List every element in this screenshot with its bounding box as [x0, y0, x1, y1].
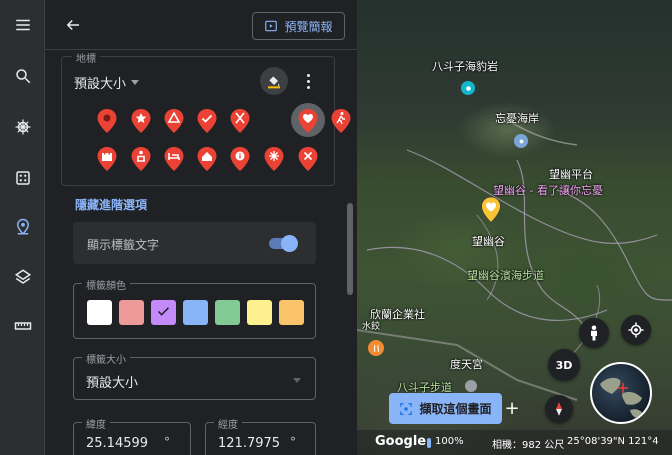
poi-dutian-temple[interactable]: 度天宮	[450, 356, 483, 372]
latitude-legend: 緯度	[82, 416, 110, 431]
toggle-3d-label: 3D	[555, 358, 573, 372]
capture-add-button[interactable]: +	[502, 393, 522, 424]
icon-option-close[interactable]	[297, 146, 319, 172]
more-vert-icon	[306, 73, 310, 77]
label-color-green[interactable]	[215, 300, 240, 325]
feature-editor-panel: 預覽簡報 地標 預設大小 隱藏進階選項 顯示標籤文字 標籤顏色 標籤大小 預設大…	[45, 0, 357, 455]
plus-icon: +	[504, 398, 520, 419]
icon-color-button[interactable]	[260, 67, 288, 95]
poi-pin-icon[interactable]	[514, 134, 528, 148]
street-view-button[interactable]	[579, 318, 609, 348]
icon-size-select[interactable]: 預設大小	[74, 73, 140, 92]
left-rail	[0, 0, 45, 455]
placemark-heart-icon[interactable]	[480, 196, 502, 224]
toggle-3d-button[interactable]: 3D	[548, 349, 580, 381]
search-icon[interactable]	[8, 61, 37, 90]
label-size-value: 預設大小	[86, 376, 139, 391]
compass-icon	[556, 402, 562, 416]
map-footer: Google 100% 相機：982 公尺 25°08'39"N 121°4	[357, 430, 672, 455]
aquarium-icon[interactable]	[461, 81, 475, 95]
check-icon	[157, 307, 170, 316]
poi-wangyou-platform[interactable]: 望幽平台	[549, 166, 593, 182]
compass-button[interactable]	[545, 395, 573, 423]
capture-frame-icon	[400, 402, 413, 415]
arrow-left-icon	[66, 19, 79, 31]
poi-wangyou-placemark-label[interactable]: 望幽谷 - 看了讓你忘憂	[493, 182, 603, 198]
show-label-toggle-knob[interactable]	[281, 235, 298, 252]
back-button[interactable]	[61, 13, 85, 37]
icon-option-info[interactable]	[229, 146, 251, 172]
crosshair-icon	[628, 322, 644, 338]
zoom-level: 100%	[435, 436, 464, 447]
label-size-legend: 標籤大小	[82, 351, 130, 366]
poi-company-sub[interactable]: 水餃	[362, 319, 380, 332]
icon-section: 地標 預設大小	[61, 50, 351, 186]
label-color-orange[interactable]	[279, 300, 304, 325]
hide-advanced-options-link[interactable]: 隱藏進階選項	[75, 196, 147, 213]
poi-badouzi-harbor[interactable]: 八斗子海豹岩	[432, 58, 498, 74]
icon-option-castle[interactable]	[96, 146, 118, 172]
icon-option-sparkle[interactable]	[263, 146, 285, 172]
icon-size-value: 預設大小	[74, 77, 127, 92]
icon-option-restaurant[interactable]	[229, 108, 251, 134]
pegman-icon	[591, 325, 597, 341]
label-color-legend: 標籤顏色	[82, 277, 130, 292]
latitude-field[interactable]: 緯度 25.14599 °	[73, 416, 191, 455]
longitude-legend: 經度	[214, 416, 242, 431]
icon-option-check[interactable]	[196, 108, 218, 134]
longitude-value: 121.7975	[218, 436, 280, 451]
layers-icon[interactable]	[8, 262, 37, 291]
label-size-select[interactable]: 標籤大小 預設大小	[73, 351, 316, 400]
projects-icon[interactable]	[8, 212, 37, 241]
my-location-button[interactable]	[621, 315, 651, 345]
icon-option-warning[interactable]	[163, 108, 185, 134]
capture-view-label: 擷取這個畫面	[419, 402, 492, 416]
menu-icon[interactable]	[8, 10, 37, 39]
longitude-unit: °	[290, 435, 296, 449]
zoom-indicator	[427, 438, 431, 448]
label-color-pink[interactable]	[119, 300, 144, 325]
google-logo: Google	[375, 434, 427, 449]
panel-scrollbar-thumb[interactable]	[347, 203, 353, 295]
icon-option-bed[interactable]	[163, 146, 185, 172]
poi-wangyou-valley[interactable]: 望幽谷	[472, 233, 505, 249]
coordinates-readout: 25°08'39"N 121°4	[567, 436, 659, 447]
label-color-blue[interactable]	[183, 300, 208, 325]
icon-option-home[interactable]	[196, 146, 218, 172]
trail-pin-icon[interactable]	[465, 380, 477, 392]
capture-view-button[interactable]: 擷取這個畫面	[389, 393, 502, 424]
poi-wangyou-coast[interactable]: 忘憂海岸	[495, 110, 539, 126]
caret-down-icon	[131, 80, 140, 85]
ruler-icon[interactable]	[8, 311, 37, 340]
more-options-button[interactable]	[300, 69, 316, 93]
label-color-yellow[interactable]	[247, 300, 272, 325]
icon-option-person[interactable]	[130, 146, 152, 172]
label-color-purple[interactable]	[151, 300, 176, 325]
icon-section-legend: 地標	[72, 50, 100, 65]
latitude-value: 25.14599	[86, 436, 149, 451]
show-label-text: 顯示標籤文字	[87, 238, 160, 252]
play-box-icon	[265, 20, 278, 32]
preview-presentation-button[interactable]: 預覽簡報	[252, 12, 345, 40]
poi-wangyou-trail[interactable]: 望幽谷濱海步道	[467, 267, 544, 283]
longitude-field[interactable]: 經度 121.7975 °	[205, 416, 316, 455]
dice-icon[interactable]	[8, 163, 37, 192]
show-label-row: 顯示標籤文字	[73, 222, 316, 264]
caret-down-icon	[293, 378, 301, 383]
voyager-icon[interactable]	[8, 112, 37, 141]
icon-option-star[interactable]	[130, 108, 152, 134]
paint-bucket-icon	[268, 76, 280, 89]
camera-altitude: 相機：982 公尺	[492, 440, 565, 451]
restaurant-icon[interactable]	[368, 340, 384, 356]
label-color-box: 標籤顏色	[73, 277, 316, 339]
icon-option-heart[interactable]	[297, 108, 319, 134]
preview-label: 預覽簡報	[284, 19, 333, 34]
panel-header: 預覽簡報	[45, 0, 357, 50]
icon-option-circle[interactable]	[96, 108, 118, 134]
latitude-unit: °	[164, 435, 170, 449]
globe-minimap[interactable]	[590, 362, 652, 424]
label-color-white[interactable]	[87, 300, 112, 325]
